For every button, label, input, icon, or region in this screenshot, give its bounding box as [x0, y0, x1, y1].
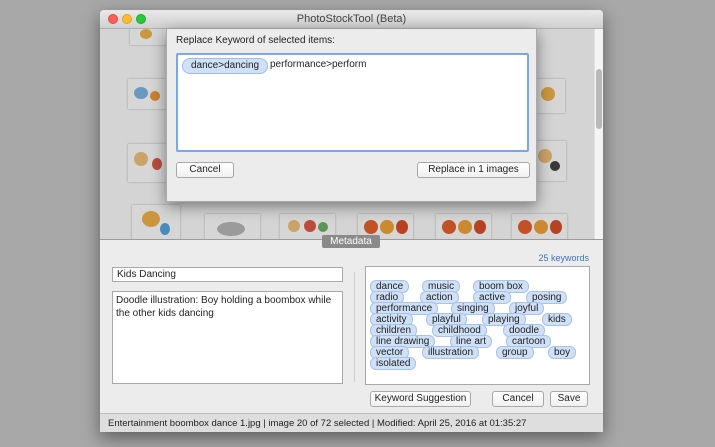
replace-token[interactable]: dance>dancing: [182, 58, 269, 74]
keyword-token[interactable]: group: [496, 346, 534, 359]
title-input[interactable]: Kids Dancing: [112, 267, 343, 282]
keyword-token[interactable]: isolated: [370, 357, 417, 370]
replace-cancel-button[interactable]: Cancel: [176, 162, 234, 178]
replace-dialog-label: Replace Keyword of selected items:: [176, 35, 335, 46]
replace-token[interactable]: performance>perform: [270, 58, 366, 72]
keywords-field[interactable]: dance music boom box radio action active…: [365, 266, 590, 385]
keyword-suggestion-button[interactable]: Keyword Suggestion: [370, 391, 471, 407]
scrollbar-thumb[interactable]: [596, 69, 602, 129]
metadata-cancel-button[interactable]: Cancel: [492, 391, 544, 407]
replace-keyword-dialog: Replace Keyword of selected items: dance…: [166, 29, 537, 202]
keyword-token[interactable]: illustration: [422, 346, 480, 359]
keyword-token[interactable]: kids: [542, 313, 572, 326]
replace-rules-field[interactable]: dance>dancing performance>perform: [176, 53, 529, 152]
keyword-token[interactable]: boy: [548, 346, 577, 359]
status-bar: Entertainment boombox dance 1.jpg | imag…: [100, 413, 603, 432]
description-input[interactable]: Doodle illustration: Boy holding a boomb…: [112, 291, 343, 384]
vertical-separator: [354, 272, 355, 382]
title-bar: PhotoStockTool (Beta): [100, 10, 603, 29]
replace-in-images-button[interactable]: Replace in 1 images: [417, 162, 530, 178]
app-window: PhotoStockTool (Beta) Replace Keyword of…: [100, 10, 603, 432]
keyword-count: 25 keywords: [538, 253, 589, 263]
window-title: PhotoStockTool (Beta): [296, 13, 407, 25]
gallery-scrollbar[interactable]: [594, 29, 603, 240]
save-button[interactable]: Save: [550, 391, 588, 407]
metadata-tab[interactable]: Metadata: [322, 235, 380, 248]
